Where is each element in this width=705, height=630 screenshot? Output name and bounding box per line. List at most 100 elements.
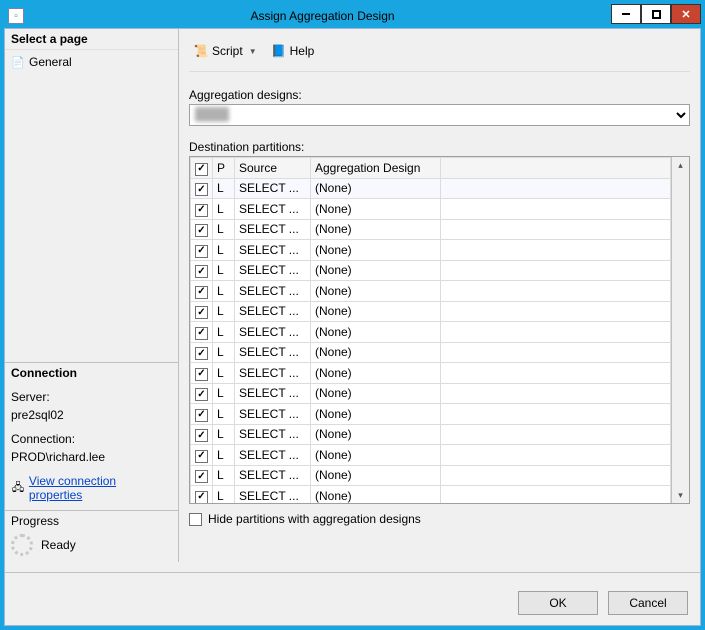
help-icon: 📘 — [271, 43, 287, 59]
connection-props-icon: 🖧 — [11, 481, 25, 495]
row-spacer — [441, 178, 671, 199]
aggregation-designs-select[interactable] — [189, 104, 690, 126]
dialog-window: ▫ Assign Aggregation Design ✕ Select a p… — [0, 0, 705, 630]
scroll-down-button[interactable]: ▾ — [672, 487, 689, 503]
row-aggregation: (None) — [311, 342, 441, 363]
row-checkbox-cell[interactable] — [191, 322, 213, 343]
row-source: SELECT ... — [235, 322, 311, 343]
row-aggregation: (None) — [311, 260, 441, 281]
row-checkbox[interactable] — [195, 245, 208, 258]
row-checkbox[interactable] — [195, 306, 208, 319]
table-row[interactable]: LSELECT ...(None) — [191, 322, 671, 343]
row-p: L — [213, 199, 235, 220]
row-spacer — [441, 363, 671, 384]
page-icon: 📄 — [11, 55, 25, 69]
row-checkbox[interactable] — [195, 450, 208, 463]
table-row[interactable]: LSELECT ...(None) — [191, 199, 671, 220]
row-checkbox-cell[interactable] — [191, 301, 213, 322]
table-row[interactable]: LSELECT ...(None) — [191, 465, 671, 486]
row-checkbox[interactable] — [195, 409, 208, 422]
row-checkbox-cell[interactable] — [191, 219, 213, 240]
row-checkbox-cell[interactable] — [191, 424, 213, 445]
row-p: L — [213, 219, 235, 240]
row-checkbox[interactable] — [195, 368, 208, 381]
table-row[interactable]: LSELECT ...(None) — [191, 219, 671, 240]
row-checkbox-cell[interactable] — [191, 486, 213, 504]
row-aggregation: (None) — [311, 363, 441, 384]
progress-spinner-icon — [11, 534, 33, 556]
row-spacer — [441, 219, 671, 240]
row-checkbox[interactable] — [195, 347, 208, 360]
row-source: SELECT ... — [235, 342, 311, 363]
row-source: SELECT ... — [235, 199, 311, 220]
row-checkbox[interactable] — [195, 183, 208, 196]
dialog-button-row: OK Cancel — [5, 583, 700, 625]
row-spacer — [441, 240, 671, 261]
row-checkbox[interactable] — [195, 286, 208, 299]
row-source: SELECT ... — [235, 219, 311, 240]
table-row[interactable]: LSELECT ...(None) — [191, 301, 671, 322]
header-checkbox-cell[interactable] — [191, 158, 213, 179]
row-checkbox-cell[interactable] — [191, 383, 213, 404]
cancel-button[interactable]: Cancel — [608, 591, 688, 615]
row-checkbox-cell[interactable] — [191, 178, 213, 199]
titlebar: ▫ Assign Aggregation Design ✕ — [4, 4, 701, 28]
row-checkbox[interactable] — [195, 470, 208, 483]
row-p: L — [213, 383, 235, 404]
hide-partitions-checkbox[interactable] — [189, 513, 202, 526]
row-checkbox-cell[interactable] — [191, 465, 213, 486]
minimize-button[interactable] — [611, 4, 641, 24]
row-aggregation: (None) — [311, 383, 441, 404]
table-row[interactable]: LSELECT ...(None) — [191, 363, 671, 384]
row-spacer — [441, 322, 671, 343]
table-row[interactable]: LSELECT ...(None) — [191, 342, 671, 363]
table-row[interactable]: LSELECT ...(None) — [191, 281, 671, 302]
view-connection-properties-link[interactable]: View connection properties — [29, 474, 172, 502]
row-checkbox-cell[interactable] — [191, 404, 213, 425]
table-row[interactable]: LSELECT ...(None) — [191, 178, 671, 199]
partitions-grid: P Source Aggregation Design LSELECT ...(… — [189, 156, 690, 504]
maximize-button[interactable] — [641, 4, 671, 24]
row-checkbox-cell[interactable] — [191, 342, 213, 363]
row-checkbox-cell[interactable] — [191, 240, 213, 261]
row-checkbox-cell[interactable] — [191, 199, 213, 220]
dialog-body: Select a page 📄 General Connection Serve… — [4, 28, 701, 626]
row-p: L — [213, 240, 235, 261]
row-source: SELECT ... — [235, 281, 311, 302]
table-row[interactable]: LSELECT ...(None) — [191, 240, 671, 261]
row-checkbox-cell[interactable] — [191, 363, 213, 384]
row-checkbox[interactable] — [195, 491, 208, 504]
grid-scrollbar[interactable]: ▴ ▾ — [671, 157, 689, 503]
row-checkbox[interactable] — [195, 429, 208, 442]
aggregation-designs-dropdown[interactable]: ████ — [189, 104, 690, 126]
table-row[interactable]: LSELECT ...(None) — [191, 445, 671, 466]
row-spacer — [441, 281, 671, 302]
page-item-general[interactable]: 📄 General — [11, 53, 172, 71]
row-source: SELECT ... — [235, 445, 311, 466]
help-button[interactable]: 📘 Help — [267, 41, 319, 61]
table-row[interactable]: LSELECT ...(None) — [191, 486, 671, 504]
table-row[interactable]: LSELECT ...(None) — [191, 383, 671, 404]
row-source: SELECT ... — [235, 363, 311, 384]
row-checkbox-cell[interactable] — [191, 445, 213, 466]
header-p[interactable]: P — [213, 158, 235, 179]
table-row[interactable]: LSELECT ...(None) — [191, 404, 671, 425]
hide-partitions-label: Hide partitions with aggregation designs — [208, 512, 421, 526]
row-checkbox-cell[interactable] — [191, 260, 213, 281]
close-button[interactable]: ✕ — [671, 4, 701, 24]
row-checkbox[interactable] — [195, 265, 208, 278]
row-checkbox[interactable] — [195, 204, 208, 217]
row-checkbox[interactable] — [195, 327, 208, 340]
header-source[interactable]: Source — [235, 158, 311, 179]
table-row[interactable]: LSELECT ...(None) — [191, 260, 671, 281]
row-checkbox[interactable] — [195, 224, 208, 237]
header-checkbox[interactable] — [195, 163, 208, 176]
row-source: SELECT ... — [235, 465, 311, 486]
header-aggregation[interactable]: Aggregation Design — [311, 158, 441, 179]
script-button[interactable]: 📜 Script ▼ — [189, 41, 261, 61]
table-row[interactable]: LSELECT ...(None) — [191, 424, 671, 445]
row-checkbox[interactable] — [195, 388, 208, 401]
row-checkbox-cell[interactable] — [191, 281, 213, 302]
scroll-up-button[interactable]: ▴ — [672, 157, 689, 173]
ok-button[interactable]: OK — [518, 591, 598, 615]
